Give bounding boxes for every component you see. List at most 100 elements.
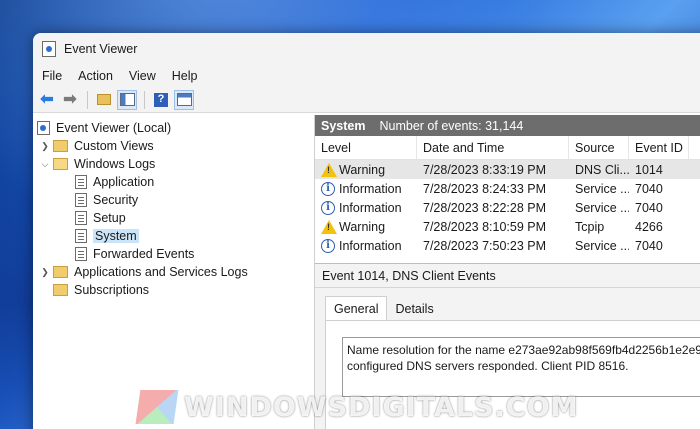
log-icon [75,211,87,225]
tree-item-label: Subscriptions [74,283,150,297]
tree-item-windows-logs[interactable]: ⌵ Windows Logs [33,155,314,173]
tree-item-subscriptions[interactable]: Subscriptions [33,281,314,299]
warning-icon [321,219,337,234]
level-cell: i Information [315,200,417,215]
table-row[interactable]: Warning 7/28/2023 8:33:19 PM DNS Cli... … [315,160,700,179]
menu-action[interactable]: Action [78,69,113,83]
toolbar-separator [87,90,88,109]
event-count: Number of events: 31,144 [379,118,524,133]
menu-bar: File Action View Help [33,65,700,87]
content-area: Event Viewer (Local) ❯ Custom Views ⌵ Wi… [33,115,700,429]
tree-item-label: Setup [93,211,126,225]
tab-general[interactable]: General [325,296,388,320]
source-cell: Service ... [575,200,629,215]
tree-item-label: Security [93,193,139,207]
tree-item-application[interactable]: Application [33,173,314,191]
level-text: Warning [339,162,386,177]
warning-icon [321,162,337,177]
watermark-text: WINDOWSDIGITALS.COM [184,391,579,423]
event-id-cell: 7040 [635,238,663,253]
main-pane: System Number of events: 31,144 Level Da… [315,115,700,429]
folder-icon [53,266,68,278]
tree-item-label: System [93,229,139,243]
subscriptions-icon [53,284,68,296]
table-row[interactable]: i Information 7/28/2023 7:50:23 PM Servi… [315,236,700,255]
event-id-cell: 7040 [635,181,663,196]
source-cell: DNS Cli... [575,162,629,177]
log-name: System [321,118,366,133]
column-header-level[interactable]: Level [315,136,417,159]
event-id-cell: 4266 [635,219,663,234]
tree-item-security[interactable]: Security [33,191,314,209]
event-viewer-app-icon [42,41,56,57]
table-row[interactable]: i Information 7/28/2023 8:24:33 PM Servi… [315,179,700,198]
toolbar-separator [144,90,145,109]
source-cell: Service ... [575,238,629,253]
date-cell: 7/28/2023 8:22:28 PM [423,200,547,215]
tree-item-apps-services-logs[interactable]: ❯ Applications and Services Logs [33,263,314,281]
tree-item-root[interactable]: Event Viewer (Local) [33,119,314,137]
toolbar: ⬅ ➡ ? [33,87,700,113]
column-header-date[interactable]: Date and Time [417,136,569,159]
navigation-tree: Event Viewer (Local) ❯ Custom Views ⌵ Wi… [33,115,315,429]
level-cell: i Information [315,181,417,196]
events-table: Level Date and Time Source Event ID Warn… [315,136,700,264]
level-cell: Warning [315,219,417,234]
information-icon: i [321,181,335,196]
menu-file[interactable]: File [42,69,62,83]
level-text: Warning [339,219,386,234]
folder-icon [53,140,68,152]
title-bar: Event Viewer [33,33,700,65]
level-cell: Warning [315,162,417,177]
level-cell: i Information [315,238,417,253]
tree-item-setup[interactable]: Setup [33,209,314,227]
tree-item-system[interactable]: System [33,227,314,245]
source-cell: Tcpip [575,219,605,234]
table-header-row: Level Date and Time Source Event ID [315,136,700,160]
chevron-down-icon[interactable]: ⌵ [39,159,51,170]
date-cell: 7/28/2023 8:24:33 PM [423,181,547,196]
tree-item-label: Application [93,175,155,189]
level-text: Information [339,238,402,253]
source-cell: Service ... [575,181,629,196]
menu-help[interactable]: Help [172,69,198,83]
event-id-cell: 1014 [635,162,663,177]
menu-view[interactable]: View [129,69,156,83]
information-icon: i [321,238,335,253]
event-detail-title: Event 1014, DNS Client Events [315,264,700,288]
detail-tabs: General Details [315,294,700,320]
log-icon [75,175,87,189]
event-description[interactable]: Name resolution for the name e273ae92ab9… [342,337,700,397]
level-text: Information [339,200,402,215]
show-hide-tree-icon[interactable] [117,89,137,110]
information-icon: i [321,200,335,215]
column-header-source[interactable]: Source [569,136,629,159]
tree-item-label: Custom Views [74,139,154,153]
show-hide-action-pane-icon[interactable] [174,89,194,110]
log-icon [75,229,87,243]
windowsdigitals-logo-icon [135,390,179,424]
forward-arrow-icon[interactable]: ➡ [60,90,80,110]
table-row[interactable]: Warning 7/28/2023 8:10:59 PM Tcpip 4266 [315,217,700,236]
tree-item-custom-views[interactable]: ❯ Custom Views [33,137,314,155]
table-row[interactable]: i Information 7/28/2023 8:22:28 PM Servi… [315,198,700,217]
tree-item-label: Windows Logs [74,157,156,171]
date-cell: 7/28/2023 8:33:19 PM [423,162,547,177]
level-text: Information [339,181,402,196]
window-title: Event Viewer [64,42,138,56]
help-icon[interactable]: ? [151,90,171,110]
tab-details[interactable]: Details [387,298,441,320]
column-header-event-id[interactable]: Event ID [629,136,689,159]
log-header-bar: System Number of events: 31,144 [315,115,700,136]
description-line: configured DNS servers responded. Client… [347,359,629,373]
chevron-right-icon[interactable]: ❯ [39,141,51,152]
log-icon [75,193,87,207]
log-icon [75,247,87,261]
folder-up-icon[interactable] [94,90,114,110]
back-arrow-icon[interactable]: ⬅ [37,90,57,110]
date-cell: 7/28/2023 8:10:59 PM [423,219,547,234]
tree-item-forwarded-events[interactable]: Forwarded Events [33,245,314,263]
date-cell: 7/28/2023 7:50:23 PM [423,238,547,253]
chevron-right-icon[interactable]: ❯ [39,267,51,278]
description-line: Name resolution for the name e273ae92ab9… [347,343,700,357]
